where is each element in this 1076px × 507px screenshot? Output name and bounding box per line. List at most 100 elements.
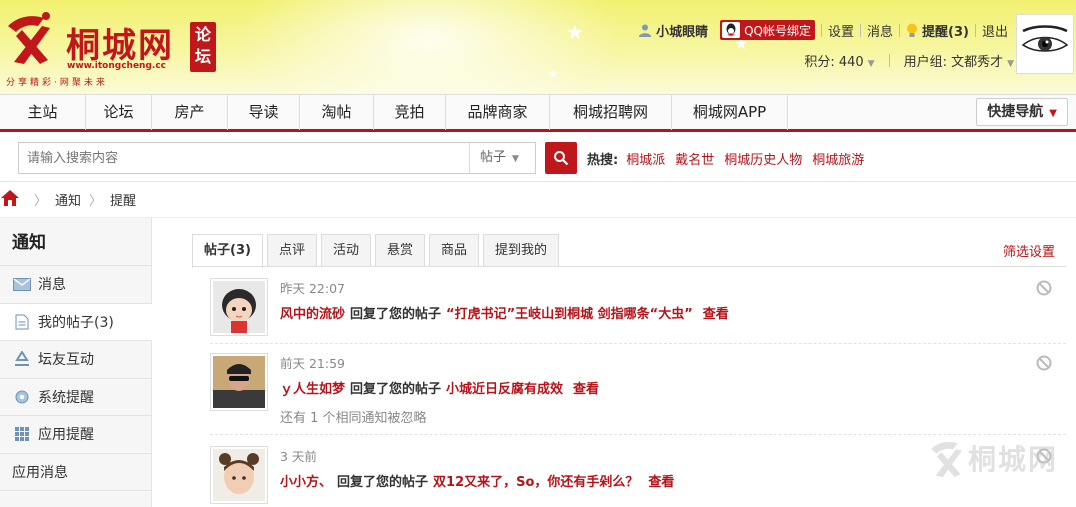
notice-subject-link[interactable]: 双12又来了，So，你还有手剁么？ [433, 475, 638, 490]
notice-view-link[interactable]: 查看 [573, 382, 599, 397]
user-stats: 积分: 440 ▼ 用户组: 文都秀才 ▼ [804, 51, 1014, 70]
ignore-icon[interactable] [1036, 355, 1052, 375]
logo-mark-icon [8, 12, 50, 64]
star-decoration: ★ [548, 67, 559, 81]
tab-rewards[interactable]: 悬赏 [374, 234, 425, 267]
tab-mentions[interactable]: 提到我的 [483, 234, 560, 267]
notice-text: 小小方、 回复了您的帖子 双12又来了，So，你还有手剁么？ 查看 [280, 471, 674, 490]
grid-icon [12, 425, 32, 443]
home-icon[interactable] [0, 189, 20, 211]
breadcrumb-separator-icon: 〉 [89, 194, 103, 209]
notice-user-link[interactable]: ｙ人生如梦 [280, 382, 345, 397]
sidebar-item-app-remind[interactable]: 应用提醒 [0, 416, 151, 454]
site-logo[interactable]: 桐城网 www.itongcheng.cc 分享精彩·网聚未来 论坛 [4, 8, 216, 88]
notice-action: 回复了您的帖子 [337, 475, 429, 490]
nav-item-guide[interactable]: 导读 [228, 95, 300, 130]
ignore-icon[interactable] [1036, 280, 1052, 300]
usergroup-dropdown[interactable]: 用户组: 文都秀才 ▼ [904, 51, 1014, 70]
qq-icon [722, 22, 741, 38]
remind-label: 提醒(3) [922, 24, 969, 40]
notice-time: 昨天 22:07 [280, 281, 345, 296]
hot-keyword[interactable]: 桐城历史人物 [724, 149, 802, 168]
breadcrumb-remind: 提醒 [110, 194, 137, 209]
nav-item-home[interactable]: 主站 [0, 95, 86, 130]
envelope-icon [12, 275, 32, 293]
notice-subject-link[interactable]: “打虎书记”王岐山到桐城 剑指哪条“大虫” [446, 307, 693, 322]
site-name: 桐城网 [66, 26, 174, 66]
tab-posts[interactable]: 帖子(3) [192, 234, 263, 268]
site-slogan: 分享精彩·网聚未来 [6, 78, 108, 88]
nav-item-jobs[interactable]: 桐城招聘网 [550, 95, 672, 130]
avatar[interactable] [210, 278, 268, 336]
site-url: www.itongcheng.cc [67, 61, 166, 71]
search-button[interactable] [545, 142, 577, 174]
star-decoration: ★ [566, 20, 584, 44]
notice-item: 昨天 22:07 风中的流砂 回复了您的帖子 “打虎书记”王岐山到桐城 剑指哪条“大… [210, 278, 1066, 340]
watermark: 桐城网 [928, 436, 1058, 480]
tab-goods[interactable]: 商品 [428, 234, 479, 267]
main-nav: 主站 论坛 房产 导读 淘帖 竞拍 品牌商家 桐城招聘网 桐城网APP 快捷导航… [0, 94, 1076, 132]
notice-time: 3 天前 [280, 449, 317, 464]
nav-item-brands[interactable]: 品牌商家 [446, 95, 550, 130]
filter-settings-link[interactable]: 筛选设置 [1003, 241, 1055, 260]
settings-link[interactable]: 设置 [822, 21, 860, 40]
notice-tabs: 帖子(3) 点评 活动 悬赏 商品 提到我的 [192, 234, 563, 268]
avatar[interactable] [210, 446, 268, 504]
notice-user-link[interactable]: 小小方、 [280, 475, 332, 490]
sidebar-item-my-posts[interactable]: 我的帖子(3) [0, 303, 152, 341]
quick-nav-label: 快捷导航 [987, 104, 1044, 120]
notice-time: 前天 21:59 [280, 356, 345, 371]
notice-view-link[interactable]: 查看 [703, 307, 729, 322]
recycle-icon [12, 350, 32, 368]
nav-item-realestate[interactable]: 房产 [152, 95, 228, 130]
hot-keyword[interactable]: 桐城旅游 [812, 149, 864, 168]
child-avatar-icon [213, 449, 265, 501]
sidebar-item-label: 坛友互动 [38, 352, 94, 369]
search-input[interactable] [19, 143, 469, 173]
notice-user-link[interactable]: 风中的流砂 [280, 307, 345, 322]
nav-item-forum[interactable]: 论坛 [86, 95, 152, 130]
hot-search: 热搜: 桐城派 戴名世 桐城历史人物 桐城旅游 [587, 149, 874, 168]
sidebar-item-app-messages[interactable]: 应用消息 [0, 454, 151, 491]
search-icon [554, 151, 569, 166]
sidebar-item-interaction[interactable]: 坛友互动 [0, 341, 151, 379]
notice-subject-link[interactable]: 小城近日反腐有成效 [446, 382, 563, 397]
user-bar: 小城眼睛 QQ帐号绑定 设置 消息 提醒(3) 退出 [632, 20, 1014, 40]
nav-item-auction[interactable]: 竞拍 [374, 95, 446, 130]
remind-link[interactable]: 提醒(3) [900, 21, 975, 40]
watermark-logo-icon [931, 441, 962, 478]
user-avatar[interactable] [1016, 14, 1074, 74]
sidebar-item-messages[interactable]: 消息 [0, 266, 151, 304]
logout-link[interactable]: 退出 [976, 21, 1014, 40]
qq-bind-label: QQ帐号绑定 [744, 23, 812, 38]
qq-bind-button[interactable]: QQ帐号绑定 [720, 20, 816, 40]
document-icon [12, 313, 32, 331]
notice-text: 风中的流砂 回复了您的帖子 “打虎书记”王岐山到桐城 剑指哪条“大虫” 查看 [280, 303, 729, 322]
chevron-down-icon: ▼ [1049, 108, 1057, 119]
chevron-down-icon: ▼ [512, 154, 519, 164]
nav-item-collections[interactable]: 淘帖 [300, 95, 374, 130]
nav-item-app[interactable]: 桐城网APP [672, 95, 788, 130]
messages-link[interactable]: 消息 [861, 21, 899, 40]
username-link[interactable]: 小城眼睛 [632, 21, 714, 40]
sidebar-item-label: 应用提醒 [38, 427, 94, 444]
points-dropdown[interactable]: 积分: 440 ▼ [804, 51, 874, 70]
divider [888, 54, 890, 67]
notice-view-link[interactable]: 查看 [648, 475, 674, 490]
tab-activities[interactable]: 活动 [320, 234, 371, 267]
chevron-down-icon: ▼ [1007, 59, 1014, 69]
sidebar-item-label: 消息 [38, 277, 66, 294]
cartoon-avatar-icon [213, 281, 265, 333]
chevron-down-icon: ▼ [867, 59, 875, 69]
hot-keyword[interactable]: 桐城派 [626, 149, 665, 168]
quick-nav-button[interactable]: 快捷导航 ▼ [976, 98, 1068, 126]
tab-comments[interactable]: 点评 [266, 234, 317, 267]
sidebar-item-system[interactable]: 系统提醒 [0, 379, 151, 416]
hot-keyword[interactable]: 戴名世 [675, 149, 714, 168]
search-scope-label: 帖子 [480, 150, 507, 165]
avatar[interactable] [210, 353, 268, 411]
search-scope-select[interactable]: 帖子 ▼ [469, 143, 535, 173]
search-box: 帖子 ▼ [18, 142, 536, 174]
breadcrumb-notify[interactable]: 通知 [55, 190, 81, 209]
breadcrumb-separator-icon: 〉 [34, 194, 48, 209]
